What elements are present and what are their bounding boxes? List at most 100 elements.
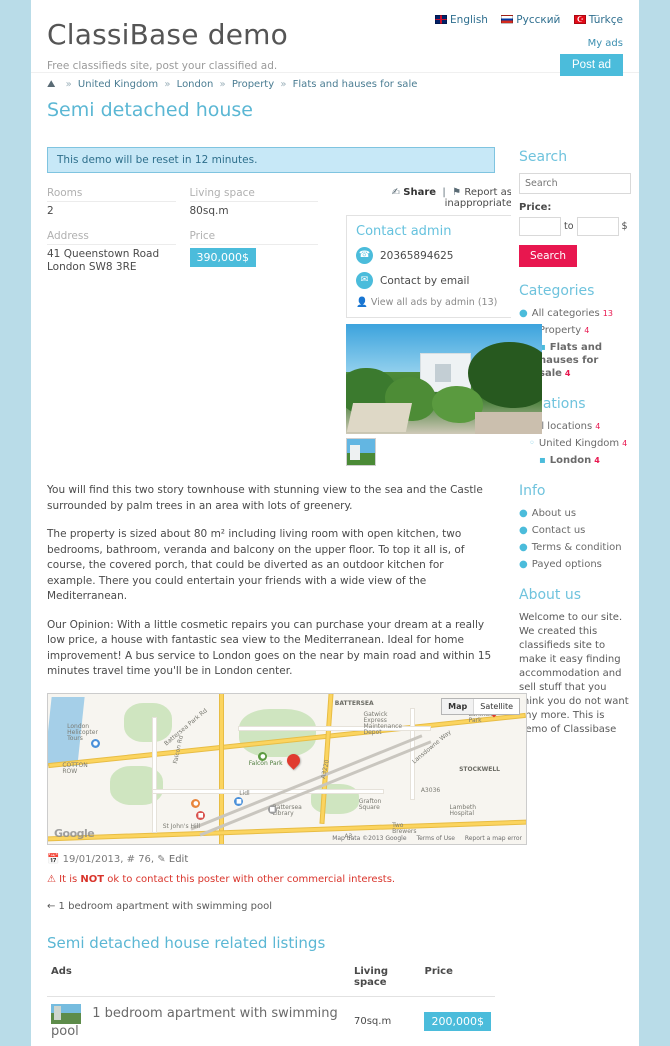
info-item-payed[interactable]: ● Payed options xyxy=(519,558,631,571)
field-address-value: 41 Queenstown Road London SW8 3RE xyxy=(47,248,160,273)
listing-photo-main[interactable] xyxy=(346,324,542,434)
map-label-lambeth-hospital: Lambeth Hospital xyxy=(449,803,477,817)
info-item-terms[interactable]: ● Terms & condition xyxy=(519,541,631,554)
field-living-space-value: 80sq.m xyxy=(189,205,229,217)
category-item-all[interactable]: ● All categories 13 xyxy=(519,307,631,320)
map-report-link[interactable]: Report a map error xyxy=(465,835,522,842)
bullet-hollow-icon: ◦ xyxy=(529,438,535,449)
location-link-london[interactable]: London xyxy=(550,455,592,466)
share-button[interactable]: Share xyxy=(403,187,436,198)
info-link-terms[interactable]: Terms & condition xyxy=(532,542,622,553)
related-ad-title[interactable]: 1 bedroom apartment with swimming pool xyxy=(51,1006,338,1039)
related-price-cell: 200,000$ xyxy=(420,996,495,1046)
language-english-label: English xyxy=(450,14,488,26)
home-icon[interactable]: ⛰ xyxy=(47,79,55,90)
share-divider: | xyxy=(439,187,449,198)
map-green-area-2 xyxy=(239,708,316,757)
post-ad-button[interactable]: Post ad xyxy=(560,54,623,76)
thumb-wall xyxy=(350,444,360,460)
location-item-uk[interactable]: ◦ United Kingdom 4 xyxy=(519,437,631,450)
language-turkish-label: Türkçe xyxy=(588,14,623,26)
field-price-label: Price xyxy=(189,230,318,245)
location-count-uk: 4 xyxy=(622,439,628,448)
language-english[interactable]: English xyxy=(435,14,488,26)
price-from-input[interactable] xyxy=(519,217,561,236)
page-title: Semi detached house xyxy=(47,99,253,121)
map-terms-link[interactable]: Terms of Use xyxy=(416,835,454,842)
breadcrumb-item-3[interactable]: Flats and hauses for sale xyxy=(293,79,418,90)
photo-path xyxy=(346,403,412,432)
map-label-grafton-square: Grafton Square xyxy=(358,797,382,811)
info-link-about[interactable]: About us xyxy=(532,508,576,519)
related-living-space-cell: 70sq.m xyxy=(354,1015,392,1027)
body-columns: This demo will be reset in 12 minutes. R… xyxy=(31,135,639,1046)
related-listings-table: Ads Living space Price 1 bedroom apartme… xyxy=(47,961,495,1046)
table-row[interactable]: 1 bedroom apartment with swimming pool 7… xyxy=(47,996,495,1046)
search-button[interactable]: Search xyxy=(519,245,578,267)
view-all-ads-row[interactable]: 👤 View all ads by admin (13) xyxy=(356,297,502,308)
contact-email-row[interactable]: ✉ Contact by email xyxy=(356,272,502,289)
contact-by-email-link[interactable]: Contact by email xyxy=(380,275,469,287)
column-header-ads: Ads xyxy=(47,961,350,997)
listing-meta: 📅 19/01/2013, # 76, ✎ Edit xyxy=(47,854,495,865)
map-label-falcon-park: Falcon Park xyxy=(248,759,283,767)
bullet-icon: ● xyxy=(519,508,528,519)
category-link-all[interactable]: All categories xyxy=(532,308,600,319)
info-link-payed[interactable]: Payed options xyxy=(532,559,602,570)
breadcrumb-separator-0: » xyxy=(65,79,72,90)
price-to-label: to xyxy=(564,221,574,232)
breadcrumb-item-0[interactable]: United Kingdom xyxy=(78,79,158,90)
breadcrumb-separator-3: » xyxy=(280,79,287,90)
field-price-value-wrap: 390,000$ xyxy=(189,245,319,267)
photo-thumbnail-1[interactable] xyxy=(346,438,376,466)
info-item-contact[interactable]: ● Contact us xyxy=(519,524,631,537)
previous-listing-link[interactable]: ← 1 bedroom apartment with swimming pool xyxy=(47,901,272,912)
edit-link[interactable]: Edit xyxy=(169,854,188,865)
category-link-property[interactable]: Property xyxy=(539,325,581,336)
location-count-all: 4 xyxy=(595,422,601,431)
location-map[interactable]: BATTERSEA London Helicopter Tours Batter… xyxy=(47,692,527,845)
description-paragraph-2: The property is sized about 80 m² includ… xyxy=(47,528,465,602)
site-header: English Русский Türkçe My ads ClassiBase… xyxy=(31,0,639,76)
sidebar-about-text: Welcome to our site. We created this cla… xyxy=(519,612,629,735)
field-rooms-label: Rooms xyxy=(47,187,176,202)
field-rooms-value: 2 xyxy=(47,205,54,217)
my-ads-link[interactable]: My ads xyxy=(588,38,623,49)
language-russian[interactable]: Русский xyxy=(501,14,560,26)
bullet-icon: ● xyxy=(519,308,528,319)
detail-columns: Rooms 2 Living space 80sq.m Address 41 Q… xyxy=(47,187,542,469)
price-badge: 390,000$ xyxy=(189,248,256,267)
bullet-icon: ● xyxy=(519,525,528,536)
description-paragraph-3: Our Opinion: With a little cosmetic repa… xyxy=(47,618,492,678)
map-label-cotton-row: COTTON ROW xyxy=(62,761,88,775)
field-living-space: Living space 80sq.m xyxy=(189,187,333,218)
breadcrumb-item-1[interactable]: London xyxy=(177,79,214,90)
previous-listing-nav[interactable]: ← 1 bedroom apartment with swimming pool xyxy=(47,901,495,912)
russia-flag-icon xyxy=(501,15,514,24)
search-input[interactable] xyxy=(519,173,631,194)
view-all-ads-link[interactable]: View all ads by admin (13) xyxy=(371,297,497,308)
breadcrumb-item-2[interactable]: Property xyxy=(232,79,274,90)
sidebar-about-heading: About us xyxy=(519,587,582,603)
related-ad-cell: 1 bedroom apartment with swimming pool xyxy=(47,996,350,1046)
commercial-warning: ⚠ It is NOT ok to contact this poster wi… xyxy=(47,874,495,885)
map-control-map[interactable]: Map xyxy=(442,698,475,714)
map-control-satellite[interactable]: Satellite xyxy=(474,699,519,714)
map-label-stockwell: STOCKWELL xyxy=(459,765,501,773)
edit-icon[interactable]: ✎ xyxy=(157,854,165,865)
location-link-uk[interactable]: United Kingdom xyxy=(539,438,619,449)
price-to-input[interactable] xyxy=(576,217,619,236)
map-label-gatwick-depot: Gatwick Express Maintenance Depot xyxy=(363,710,403,736)
map-type-control[interactable]: Map Satellite xyxy=(441,697,520,715)
attribute-list: Rooms 2 Living space 80sq.m Address 41 Q… xyxy=(47,187,332,286)
location-item-london[interactable]: ▪ London 4 xyxy=(519,454,631,467)
bullet-icon: ● xyxy=(519,542,528,553)
demo-reset-alert: This demo will be reset in 12 minutes. xyxy=(47,147,495,173)
language-turkish[interactable]: Türkçe xyxy=(573,14,623,26)
related-ad-thumbnail[interactable] xyxy=(51,1003,81,1024)
info-link-contact[interactable]: Contact us xyxy=(532,525,586,536)
category-count-all: 13 xyxy=(602,309,613,318)
map-green-area-1 xyxy=(124,702,173,742)
info-item-about[interactable]: ● About us xyxy=(519,507,631,520)
breadcrumb-separator-2: » xyxy=(219,79,226,90)
